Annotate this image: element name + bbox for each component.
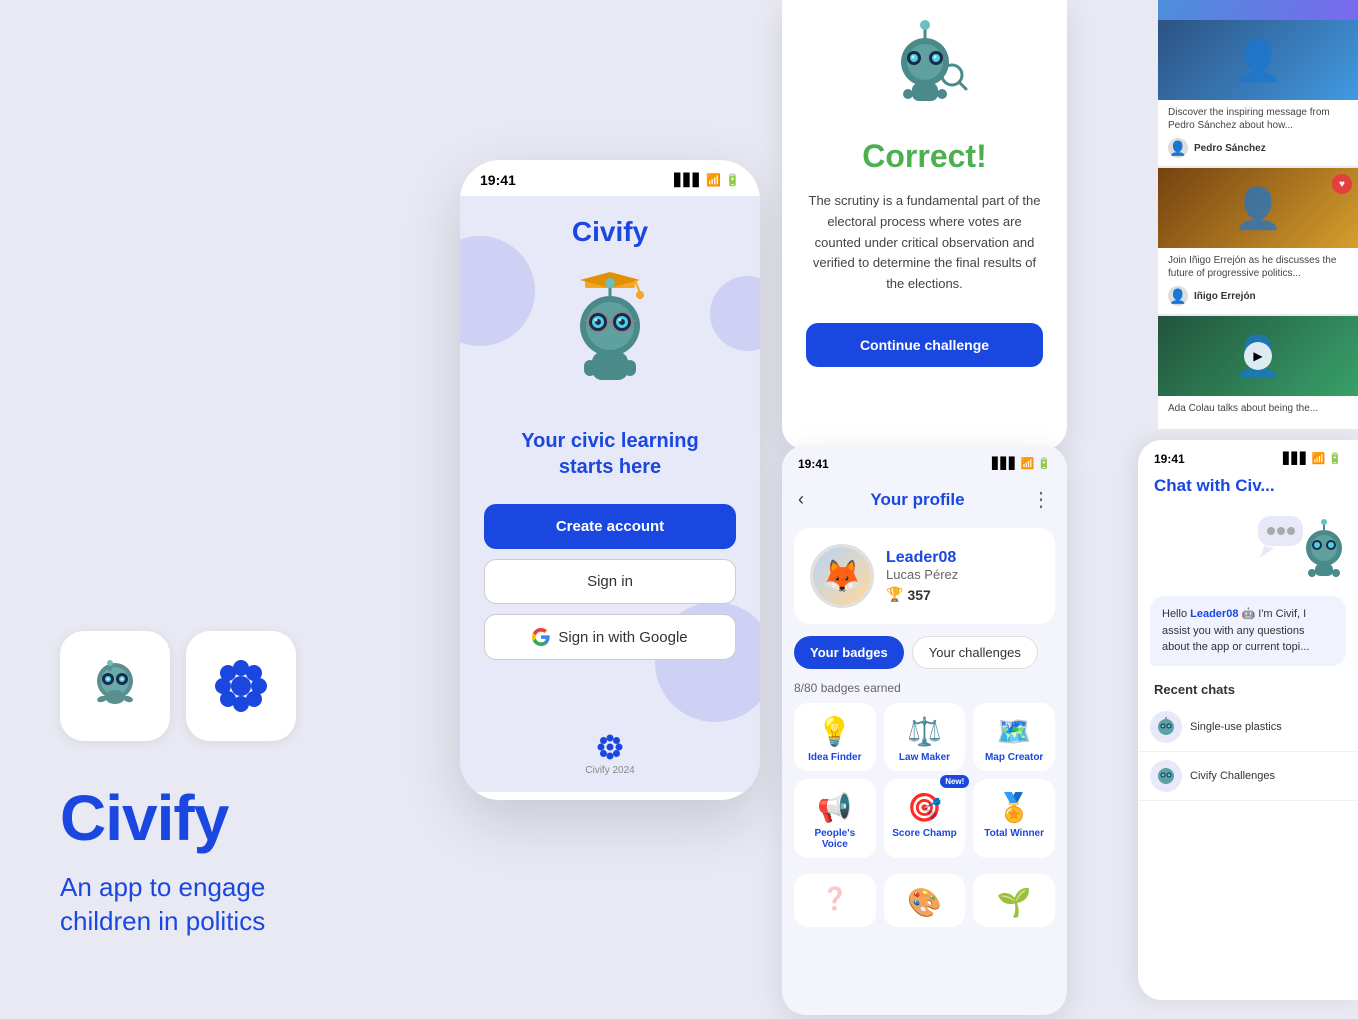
chat-title: Chat with Civ...	[1138, 472, 1358, 508]
continue-challenge-button[interactable]: Continue challenge	[806, 323, 1043, 367]
play-button-3[interactable]: ▶	[1244, 342, 1272, 370]
profile-tabs: Your badges Your challenges	[782, 636, 1067, 681]
profile-time: 19:41	[798, 457, 829, 471]
author-name-1: Pedro Sánchez	[1194, 143, 1266, 154]
correct-title: Correct!	[862, 138, 986, 175]
chat-bubble-area: Hello Leader08 🤖 I'm Civif, I assist you…	[1138, 596, 1358, 674]
phone-content: Civify	[460, 196, 760, 792]
chat-bot-avatar-1	[1150, 711, 1182, 743]
trophy-icon: 🏆	[886, 586, 903, 603]
profile-menu-button[interactable]: ⋮	[1031, 487, 1051, 512]
correct-screen: Correct! The scrutiny is a fundamental p…	[782, 0, 1067, 450]
civify-bot-icon-1	[1156, 717, 1176, 737]
profile-screen: 19:41 ▋▋▋ 📶 🔋 ‹ Your profile ⋮ 🦊 Leader0…	[782, 445, 1067, 1015]
sign-in-google-button[interactable]: Sign in with Google	[484, 614, 736, 660]
brand-name: Civify	[60, 781, 440, 855]
chat-item-2[interactable]: Civify Challenges	[1138, 752, 1358, 801]
badges-tab[interactable]: Your badges	[794, 636, 904, 669]
chat-item-1[interactable]: Single-use plastics	[1138, 703, 1358, 752]
app-icons	[60, 631, 440, 741]
chat-robot-icon	[1256, 508, 1346, 588]
phone-frame: 19:41 ▋▋▋ 📶 🔋 Civify	[460, 160, 760, 800]
chat-screen: 19:41 ▋▋▋📶🔋 Chat with Civ...	[1138, 440, 1358, 1000]
phone-status-bar: 19:41 ▋▋▋ 📶 🔋	[460, 160, 760, 196]
badge-map-creator: 🗺️ Map Creator	[973, 703, 1055, 771]
right-videos-panel: 👤 Discover the inspiring message from Pe…	[1158, 0, 1358, 430]
robot-mascot-icon	[80, 651, 150, 721]
phone-mockup: 19:41 ▋▋▋ 📶 🔋 Civify	[460, 160, 760, 800]
phone-footer: Civify 2024	[585, 733, 634, 776]
challenges-tab[interactable]: Your challenges	[912, 636, 1038, 669]
correct-description: The scrutiny is a fundamental part of th…	[806, 191, 1043, 295]
profile-card: 🦊 Leader08 Lucas Pérez 🏆 357	[794, 528, 1055, 624]
phone-footer-text: Civify 2024	[585, 765, 634, 776]
robot-icon-card	[60, 631, 170, 741]
badges-grid-row1: 💡 Idea Finder ⚖️ Law Maker 🗺️ Map Creato…	[782, 703, 1067, 771]
recent-chats-title: Recent chats	[1138, 674, 1358, 703]
video-info-1: Discover the inspiring message from Pedr…	[1158, 100, 1358, 166]
video-desc-1: Discover the inspiring message from Pedr…	[1168, 106, 1348, 132]
badge-law-maker: ⚖️ Law Maker	[884, 703, 966, 771]
avatar: 🦊	[810, 544, 874, 608]
video-info-3: Ada Colau talks about being the...	[1158, 396, 1358, 429]
correct-robot-icon	[870, 20, 980, 130]
chat-robot-area	[1138, 508, 1358, 588]
badges-grid-row2: 📢 People's Voice New! 🎯 Score Champ 🏅 To…	[782, 771, 1067, 858]
badges-grid-row3: ❓ 🎨 🌱	[782, 866, 1067, 927]
heart-badge-2: ♥	[1332, 174, 1352, 194]
badge-unknown-2: 🎨	[884, 874, 966, 927]
chat-item-text-2: Civify Challenges	[1190, 770, 1275, 782]
profile-info: Leader08 Lucas Pérez 🏆 357	[886, 549, 1039, 603]
civify-bot-icon-2	[1156, 766, 1176, 786]
author-name-2: Iñigo Errejón	[1194, 291, 1256, 302]
chat-item-text-1: Single-use plastics	[1190, 721, 1282, 733]
brand-tagline: An app to engage children in politics	[60, 871, 440, 939]
video-info-2: Join Iñigo Errejón as he discusses the f…	[1158, 248, 1358, 314]
badge-peoples-voice: 📢 People's Voice	[794, 779, 876, 858]
phone-hero-tagline: Your civic learning starts here	[521, 428, 698, 480]
video-card-3[interactable]: ♥ 👤 ▶ Ada Colau talks about being the...	[1158, 316, 1358, 429]
author-avatar-2: 👤	[1168, 286, 1188, 306]
badge-score-champ: New! 🎯 Score Champ	[884, 779, 966, 858]
badge-unknown-3: 🌱	[973, 874, 1055, 927]
phone-status-icons: ▋▋▋ 📶 🔋	[674, 173, 740, 187]
badges-count: 8/80 badges earned	[782, 681, 1067, 703]
phone-logo: Civify	[572, 216, 648, 248]
chat-time: 19:41	[1154, 452, 1185, 466]
chat-bot-avatar-2	[1150, 760, 1182, 792]
phone-robot-hero	[540, 258, 680, 418]
video-desc-2: Join Iñigo Errejón as he discusses the f…	[1168, 254, 1348, 280]
profile-score: 🏆 357	[886, 586, 1039, 603]
video-card-2[interactable]: ♥ 👤 Join Iñigo Errejón as he discusses t…	[1158, 168, 1358, 314]
avatar-image: 🦊	[813, 547, 871, 605]
video-thumbnail-1: 👤	[1158, 20, 1358, 100]
deco-circle-1	[460, 236, 535, 346]
badge-total-winner: 🏅 Total Winner	[973, 779, 1055, 858]
sign-in-button[interactable]: Sign in	[484, 559, 736, 604]
profile-realname: Lucas Pérez	[886, 567, 1039, 582]
badge-new-label: New!	[940, 775, 969, 788]
phone-footer-icon	[596, 733, 624, 761]
profile-header: ‹ Your profile ⋮	[782, 479, 1067, 528]
video-top-strip	[1158, 0, 1358, 20]
author-avatar-1: 👤	[1168, 138, 1188, 158]
badge-unknown-1: ❓	[794, 874, 876, 927]
profile-status-bar: 19:41 ▋▋▋ 📶 🔋	[782, 445, 1067, 479]
profile-title: Your profile	[870, 490, 964, 510]
deco-circle-2	[710, 276, 760, 351]
left-section: Civify An app to engage children in poli…	[60, 0, 440, 1019]
phone-time: 19:41	[480, 172, 516, 188]
video-thumbnail-2: 👤	[1158, 168, 1358, 248]
flower-icon	[211, 656, 271, 716]
video-desc-3: Ada Colau talks about being the...	[1168, 402, 1348, 415]
google-logo-icon	[532, 628, 550, 646]
flower-icon-card	[186, 631, 296, 741]
back-arrow-button[interactable]: ‹	[798, 489, 804, 510]
profile-username: Leader08	[886, 549, 1039, 567]
video-card-1[interactable]: 👤 Discover the inspiring message from Pe…	[1158, 20, 1358, 166]
chat-status-bar: 19:41 ▋▋▋📶🔋	[1138, 440, 1358, 472]
create-account-button[interactable]: Create account	[484, 504, 736, 549]
chat-bubble: Hello Leader08 🤖 I'm Civif, I assist you…	[1150, 596, 1346, 666]
badge-idea-finder: 💡 Idea Finder	[794, 703, 876, 771]
